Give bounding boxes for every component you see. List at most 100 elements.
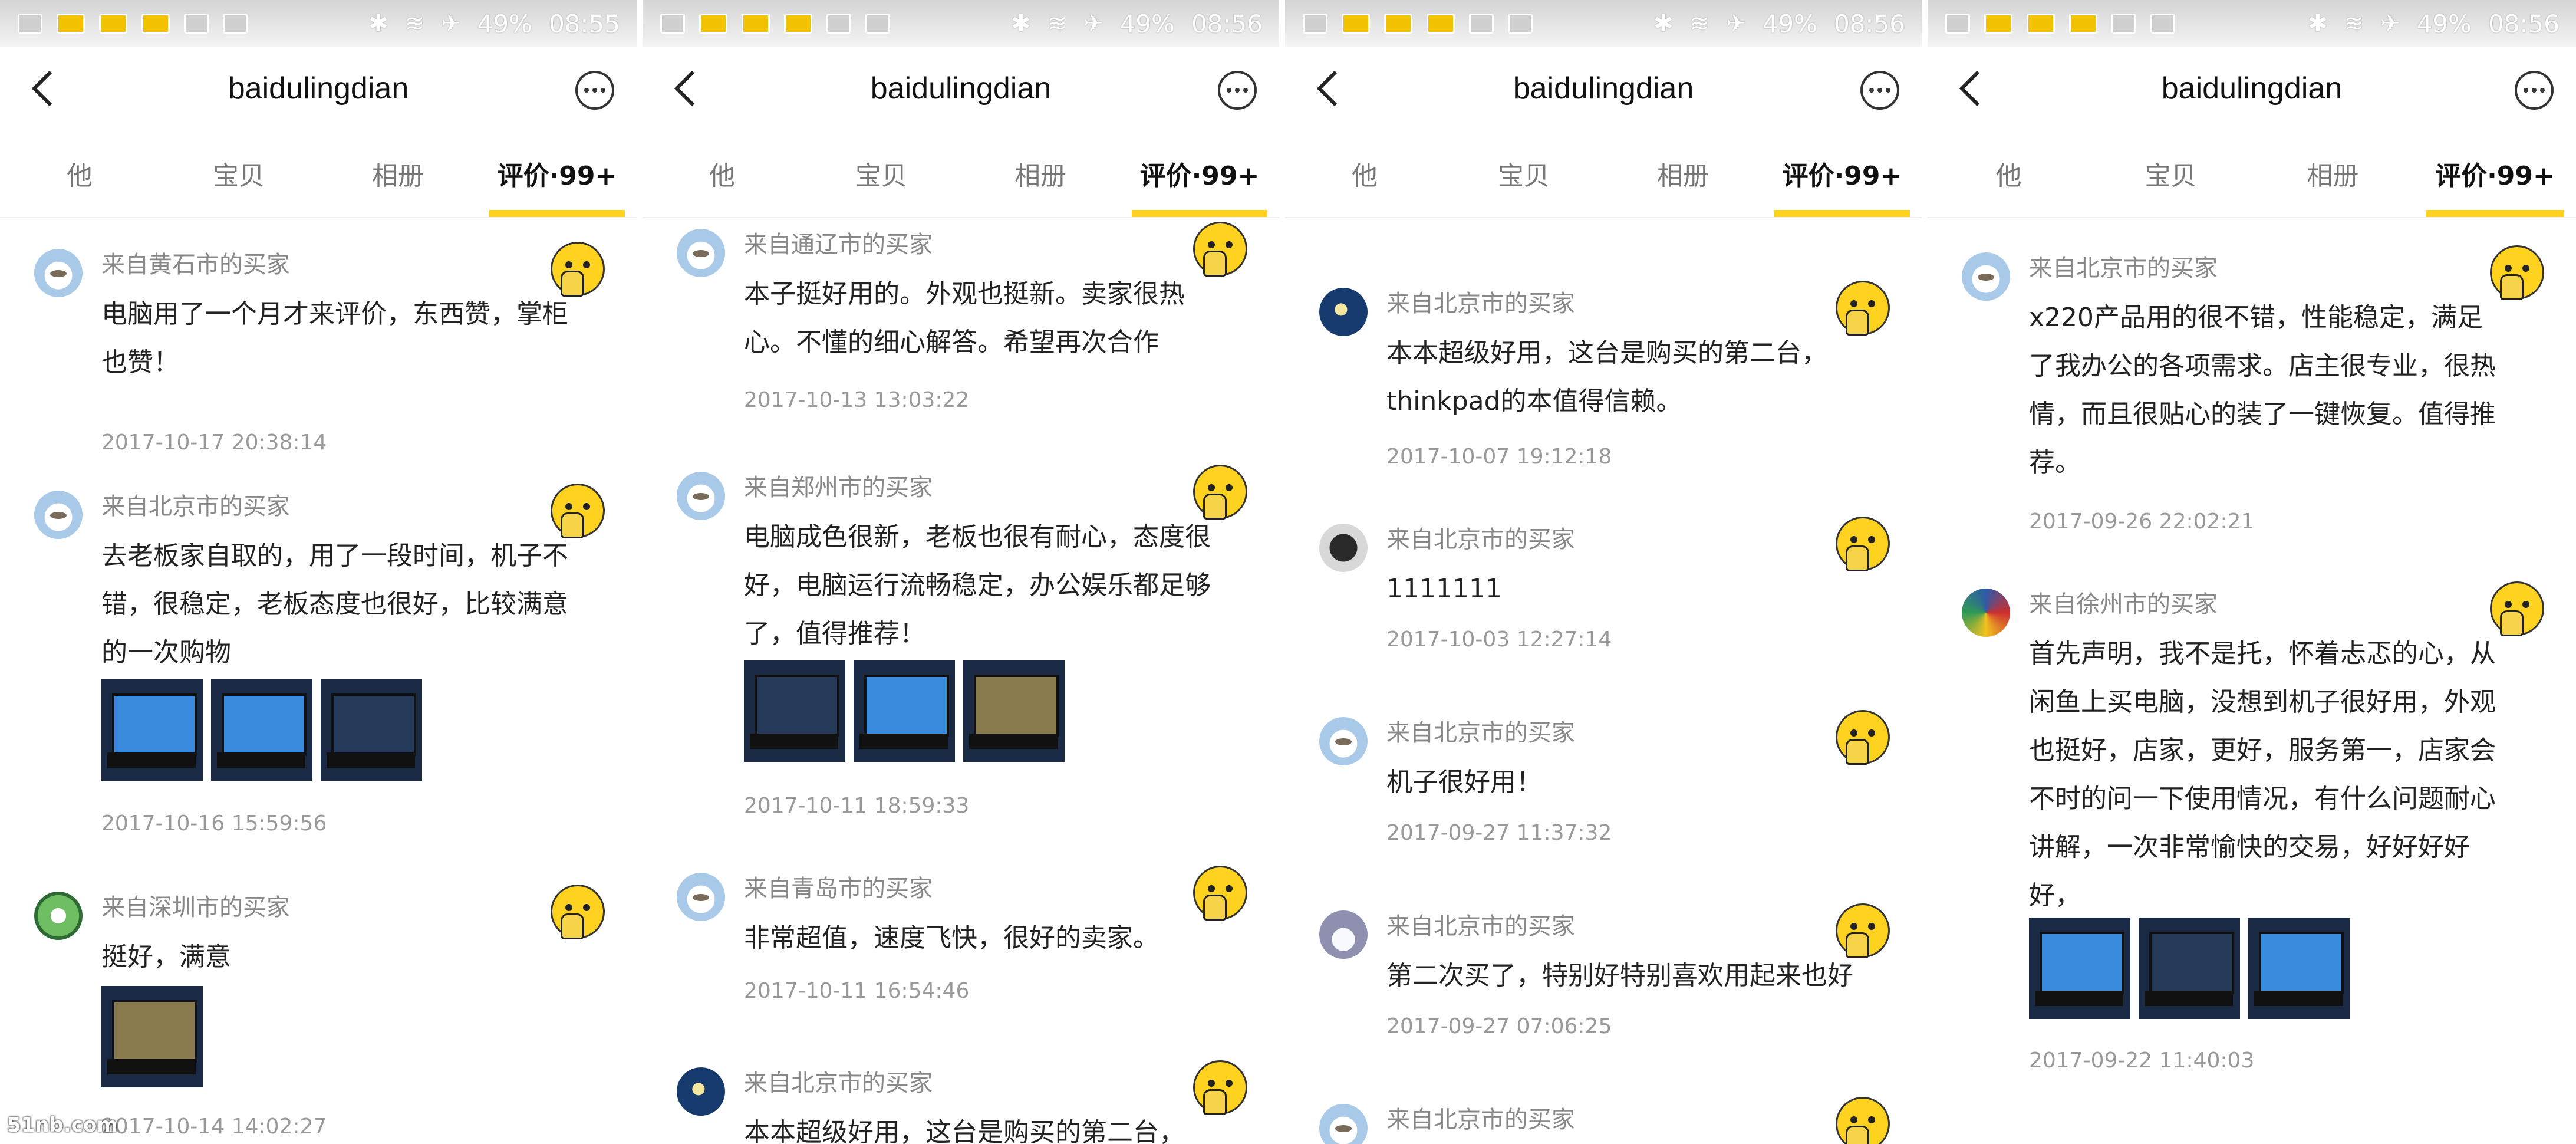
avatar[interactable] <box>1962 252 2010 301</box>
review-photo[interactable] <box>211 679 312 781</box>
tab-baobei[interactable]: 宝贝 <box>1444 130 1603 217</box>
bluetooth-icon: ✱ <box>1011 10 1031 37</box>
photo-thumbnails <box>2029 918 2350 1019</box>
screenshot-collage: ✱ ≋ ✈ 49% 08:55 baidulingdian 他 宝贝 相册 评价… <box>0 0 2576 1144</box>
tab-bar: 他 宝贝 相册 评价·99+ <box>0 130 637 218</box>
bluetooth-icon: ✱ <box>368 10 388 37</box>
status-bar: ✱ ≋ ✈ 49% 08:56 <box>1285 0 1922 47</box>
back-button[interactable] <box>1951 70 1989 107</box>
buyer-location: 来自北京市的买家 <box>2029 255 2218 282</box>
notification-icon <box>141 14 170 34</box>
tab-baobei[interactable]: 宝贝 <box>802 130 961 217</box>
avatar[interactable] <box>1319 288 1368 336</box>
tab-xiangce[interactable]: 相册 <box>318 130 477 217</box>
review-text: 电脑成色很新，老板也很有耐心，态度很好，电脑运行流畅稳定，办公娱乐都足够了，值得… <box>744 522 1211 649</box>
phone-screen-4: ✱ ≋ ✈ 49% 08:56 baidulingdian 他 宝贝 相册 评价… <box>1928 0 2576 1144</box>
notification-icon <box>1984 14 2012 34</box>
avatar[interactable] <box>677 472 725 520</box>
review-photo[interactable] <box>744 660 845 762</box>
review-text: 1111111 <box>1386 574 1502 604</box>
review-photo[interactable] <box>321 679 422 781</box>
avatar[interactable] <box>677 873 725 921</box>
more-button[interactable] <box>575 71 614 110</box>
emoji-thumb-icon <box>1836 517 1890 571</box>
tab-baobei[interactable]: 宝贝 <box>159 130 318 217</box>
notification-icon <box>699 14 727 34</box>
tab-pingjia[interactable]: 评价·99+ <box>1763 130 1922 217</box>
battery-percent: 49% <box>1119 9 1175 38</box>
back-icon <box>31 70 52 107</box>
review-list: 来自通辽市的买家 本子挺好用的。外观也挺新。卖家很热心。不懂的细心解答。希望再次… <box>643 218 1279 1144</box>
mail-icon <box>2150 14 2175 34</box>
tab-pingjia[interactable]: 评价·99+ <box>1120 130 1279 217</box>
review-photo[interactable] <box>101 679 203 781</box>
more-button[interactable] <box>2515 71 2554 110</box>
review-list: 来自黄石市的买家 电脑用了一个月才来评价，东西赞，掌柜也赞！ 2017-10-1… <box>0 218 637 1144</box>
tab-xiangce[interactable]: 相册 <box>1603 130 1763 217</box>
review-text: 非常超值，速度飞快，很好的卖家。 <box>744 923 1159 953</box>
emoji-thumb-icon <box>551 242 605 297</box>
phone-icon <box>826 14 851 34</box>
tab-bar: 他 宝贝 相册 评价·99+ <box>643 130 1279 218</box>
review-photo[interactable] <box>2248 918 2350 1019</box>
more-button[interactable] <box>1218 71 1257 110</box>
review-text: x220产品用的很不错，性能稳定，满足了我办公的各项需求。店主很专业，很热情，而… <box>2029 303 2496 478</box>
airplane-icon: ✈ <box>1083 10 1103 37</box>
buyer-location: 来自北京市的买家 <box>744 1070 933 1097</box>
avatar[interactable] <box>1319 1104 1368 1144</box>
avatar[interactable] <box>34 249 83 297</box>
tab-xiangce[interactable]: 相册 <box>961 130 1120 217</box>
tab-he[interactable]: 他 <box>643 130 802 217</box>
avatar[interactable] <box>1962 589 2010 637</box>
nav-bar: baidulingdian <box>0 47 637 130</box>
review-photo[interactable] <box>2029 918 2130 1019</box>
emoji-thumb-icon <box>551 484 605 538</box>
battery-percent: 49% <box>1762 9 1817 38</box>
buyer-location: 来自黄石市的买家 <box>101 251 290 278</box>
status-bar: ✱ ≋ ✈ 49% 08:56 <box>1928 0 2576 47</box>
review-text: 挺好，满意 <box>101 942 231 972</box>
status-time: 08:56 <box>1191 9 1263 38</box>
bluetooth-icon: ✱ <box>1653 10 1674 37</box>
back-button[interactable] <box>666 70 704 107</box>
back-button[interactable] <box>24 70 61 107</box>
notification-icon <box>784 14 812 34</box>
review-list: 来自北京市的买家 本本超级好用，这台是购买的第二台，thinkpad的本值得信赖… <box>1285 218 1922 1144</box>
avatar[interactable] <box>1319 524 1368 572</box>
tab-pingjia[interactable]: 评价·99+ <box>2414 130 2576 217</box>
review-photo[interactable] <box>2139 918 2240 1019</box>
review-date: 2017-09-27 11:37:32 <box>1386 821 1612 845</box>
image-icon <box>18 14 42 34</box>
review-photo[interactable] <box>963 660 1065 762</box>
photo-thumbnails <box>101 986 203 1087</box>
page-title: baidulingdian <box>2161 71 2343 106</box>
tab-baobei[interactable]: 宝贝 <box>2090 130 2252 217</box>
tab-xiangce[interactable]: 相册 <box>2252 130 2414 217</box>
review-photo[interactable] <box>854 660 955 762</box>
more-icon <box>1227 88 1231 93</box>
avatar[interactable] <box>34 892 83 940</box>
phone-icon <box>184 14 209 34</box>
emoji-thumb-icon <box>551 885 605 939</box>
emoji-thumb-icon <box>2490 245 2544 300</box>
tab-pingjia[interactable]: 评价·99+ <box>477 130 637 217</box>
review-photo[interactable] <box>101 986 203 1087</box>
mail-icon <box>223 14 248 34</box>
emoji-thumb-icon <box>1193 222 1247 277</box>
tab-he[interactable]: 他 <box>1285 130 1444 217</box>
avatar[interactable] <box>1319 910 1368 959</box>
buyer-location: 来自通辽市的买家 <box>744 231 933 258</box>
tab-he[interactable]: 他 <box>0 130 159 217</box>
avatar[interactable] <box>34 491 83 539</box>
tab-bar: 他 宝贝 相册 评价·99+ <box>1928 130 2576 218</box>
tab-he[interactable]: 他 <box>1928 130 2090 217</box>
avatar[interactable] <box>677 1067 725 1116</box>
buyer-location: 来自徐州市的买家 <box>2029 591 2218 618</box>
back-button[interactable] <box>1309 70 1346 107</box>
avatar[interactable] <box>1319 717 1368 765</box>
notification-icon <box>2069 14 2097 34</box>
avatar[interactable] <box>677 229 725 277</box>
notification-icon <box>57 14 85 34</box>
more-button[interactable] <box>1860 71 1899 110</box>
phone-icon <box>2111 14 2136 34</box>
